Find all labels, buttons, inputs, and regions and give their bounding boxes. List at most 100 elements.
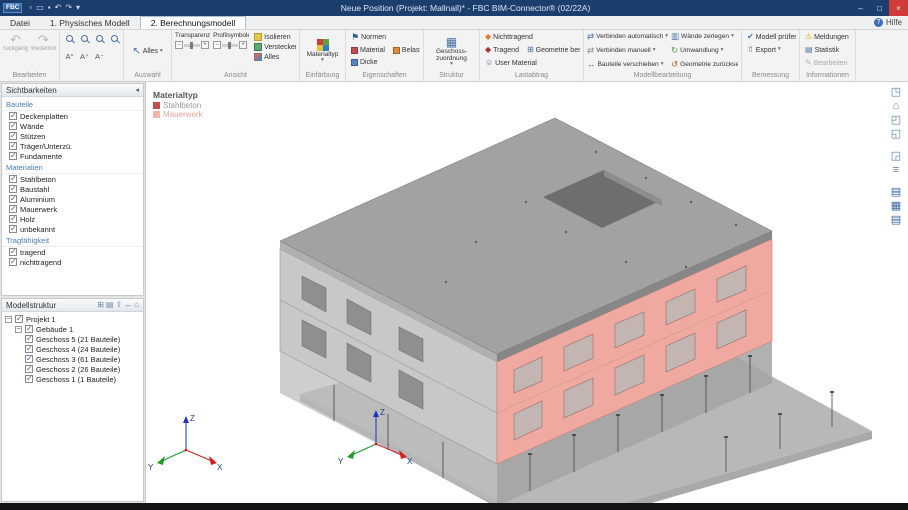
checkbox-icon[interactable] — [25, 344, 33, 353]
undo-button[interactable]: ↶ Rückgängig — [3, 32, 28, 53]
view-front-icon[interactable]: ◱ — [891, 128, 901, 142]
export-button[interactable]: ⇧ Export ▾ — [745, 45, 783, 55]
checkbox-stuetzen[interactable]: Stützen — [2, 131, 143, 141]
dicke-button[interactable]: Dicke — [349, 58, 380, 67]
bauteile-verschieben-button[interactable]: ↔ Bauteile verschieben ▾ — [587, 60, 669, 69]
nichttragend-button[interactable]: ◆ Nichttragend — [483, 32, 535, 42]
profilsymbole-slider[interactable]: − + — [213, 41, 249, 49]
checkbox-baustahl[interactable]: Baustahl — [2, 184, 143, 194]
sort-icon[interactable]: ⇧ — [115, 301, 122, 309]
meldungen-button[interactable]: ⚠ Meldungen — [803, 32, 851, 42]
close-button[interactable]: × — [889, 0, 908, 16]
tree-item-gebaeude-1[interactable]: Gebäude 1 — [2, 324, 143, 334]
umwandlung-button[interactable]: ↻ Umwandlung ▾ — [671, 46, 738, 55]
checkbox-icon[interactable] — [25, 364, 33, 373]
minus-icon[interactable]: − — [213, 41, 222, 49]
normen-button[interactable]: ⚑ Normen — [349, 32, 388, 43]
list-icon[interactable]: ≡ — [893, 164, 899, 178]
table-icon[interactable]: ▤ — [891, 186, 901, 200]
checkbox-icon[interactable] — [25, 374, 33, 383]
modell-pruefen-button[interactable]: ✔ Modell prüfen — [745, 32, 796, 42]
collapse-box-icon[interactable] — [5, 315, 12, 323]
checkbox-unbekannt[interactable]: unbekannt — [2, 224, 143, 234]
checkbox-mauerwerk[interactable]: Mauerwerk — [2, 204, 143, 214]
tree-item-geschoss-1[interactable]: Geschoss 1 (1 Bauteile) — [2, 374, 143, 384]
checkbox-nichttragend[interactable]: nichttragend — [2, 257, 143, 267]
text-smaller-button[interactable]: A⁻ — [93, 50, 106, 63]
checkbox-icon[interactable] — [25, 324, 33, 333]
geometrie-zuruecksetzen-button[interactable]: ↺ Geometrie zurücksetzen ▾ — [671, 60, 738, 69]
redo-button[interactable]: ↷ Wiederholen — [31, 32, 56, 53]
verbinden-automatisch-button[interactable]: ⇄ Verbinden automatisch ▾ — [587, 32, 669, 41]
tab-physisches-modell[interactable]: 1. Physisches Modell — [40, 16, 140, 29]
tree-item-geschoss-5[interactable]: Geschoss 5 (21 Bauteile) — [2, 334, 143, 344]
checkbox-fundamente[interactable]: Fundamente — [2, 151, 143, 161]
minus-icon[interactable]: − — [175, 41, 183, 49]
app-logo[interactable]: FBC — [3, 2, 23, 14]
checkbox-icon[interactable] — [25, 354, 33, 363]
checkbox-waende[interactable]: Wände — [2, 121, 143, 131]
zoom-out-button[interactable] — [78, 32, 91, 45]
view-top-icon[interactable]: ◰ — [891, 114, 901, 128]
geometrie-bereinigen-button[interactable]: ⊞ Geometrie bereinigen — [525, 45, 580, 55]
select-all-button[interactable]: ↖ Alles ▾ — [130, 46, 164, 58]
expand-all-icon[interactable]: ⊞ — [97, 301, 104, 309]
text-rotate-button[interactable]: A° — [63, 50, 76, 63]
model-viewport[interactable]: Z X Y Z X Y Materialtyp Stahlbeton Mauer… — [146, 82, 908, 503]
isolieren-button[interactable]: Isolieren — [252, 32, 296, 42]
waende-zerlegen-button[interactable]: ▥ Wände zerlegen ▾ — [671, 32, 738, 41]
tree-item-geschoss-2[interactable]: Geschoss 2 (26 Bauteile) — [2, 364, 143, 374]
home-view-icon[interactable]: ⌂ — [893, 100, 900, 114]
model-3d-scene[interactable]: Z X Y Z X Y — [146, 82, 908, 503]
material-button[interactable]: Material — [349, 46, 387, 55]
tree-item-geschoss-4[interactable]: Geschoss 4 (24 Bauteile) — [2, 344, 143, 354]
help-button[interactable]: ? Hilfe — [873, 16, 908, 29]
zoom-in-button[interactable] — [63, 32, 76, 45]
slider-track[interactable] — [222, 41, 239, 49]
tab-datei[interactable]: Datei — [0, 16, 40, 29]
checkbox-aluminium[interactable]: Aluminium — [2, 194, 143, 204]
verstecken-button[interactable]: Verstecken — [252, 42, 296, 52]
materialtyp-button[interactable]: Materialtyp ▾ — [303, 38, 342, 65]
checkbox-holz[interactable]: Holz — [2, 214, 143, 224]
tab-berechnungsmodell[interactable]: 2. Berechnungsmodell — [139, 16, 247, 29]
checkbox-deckenplatten[interactable]: Deckenplatten — [2, 111, 143, 121]
collapse-icon[interactable]: ◂ — [135, 86, 139, 94]
slider-thumb[interactable] — [228, 41, 232, 49]
view-iso-icon[interactable]: ◳ — [891, 86, 901, 100]
bearbeiten-button[interactable]: ✎ Bearbeiten — [803, 58, 850, 68]
checkbox-stahlbeton[interactable]: Stahlbeton — [2, 174, 143, 184]
plus-icon[interactable]: + — [201, 41, 209, 49]
checkbox-tragend[interactable]: tragend — [2, 247, 143, 257]
home-icon[interactable]: ⌂ — [134, 301, 139, 309]
alles-anzeigen-button[interactable]: Alles — [252, 52, 296, 62]
minimize-button[interactable]: – — [851, 0, 870, 16]
transparenz-slider[interactable]: − + — [175, 41, 210, 49]
new-file-icon[interactable]: ▫ — [29, 4, 32, 12]
verbinden-manuell-button[interactable]: ⇄ Verbinden manuell ▾ — [587, 46, 669, 55]
text-larger-button[interactable]: A⁺ — [78, 50, 91, 63]
tree-item-projekt-1[interactable]: Projekt 1 — [2, 314, 143, 324]
checkbox-icon[interactable] — [25, 334, 33, 343]
undo-icon[interactable]: ↶ — [55, 4, 62, 12]
open-file-icon[interactable]: ▭ — [36, 4, 44, 12]
user-material-button[interactable]: ☺ User Material — [483, 58, 539, 68]
checkbox-icon[interactable] — [15, 314, 23, 323]
save-icon[interactable]: ▪ — [48, 4, 51, 12]
belastung-button[interactable]: Belastung — [391, 46, 420, 55]
redo-icon[interactable]: ↷ — [65, 4, 72, 12]
geschosszuordnung-button[interactable]: ▦ Geschoss-zuordnung ▾ — [427, 35, 476, 69]
slider-thumb[interactable] — [190, 41, 193, 49]
tragend-button[interactable]: ◆ Tragend — [483, 45, 521, 55]
tree-item-geschoss-3[interactable]: Geschoss 3 (61 Bauteile) — [2, 354, 143, 364]
grid-icon[interactable]: ▦ — [891, 200, 901, 214]
checkbox-traeger[interactable]: Träger/Unterzü. — [2, 141, 143, 151]
plus-icon[interactable]: + — [239, 41, 248, 49]
statistik-button[interactable]: ▤ Statistik — [803, 45, 841, 55]
maximize-button[interactable]: □ — [870, 0, 889, 16]
view-axono-icon[interactable]: ◲ — [891, 150, 901, 164]
list-icon[interactable]: ▤ — [106, 301, 114, 309]
zoom-fit-button[interactable] — [108, 32, 120, 45]
report-icon[interactable]: ▤ — [891, 214, 901, 228]
move-icon[interactable]: ↔ — [124, 301, 132, 309]
